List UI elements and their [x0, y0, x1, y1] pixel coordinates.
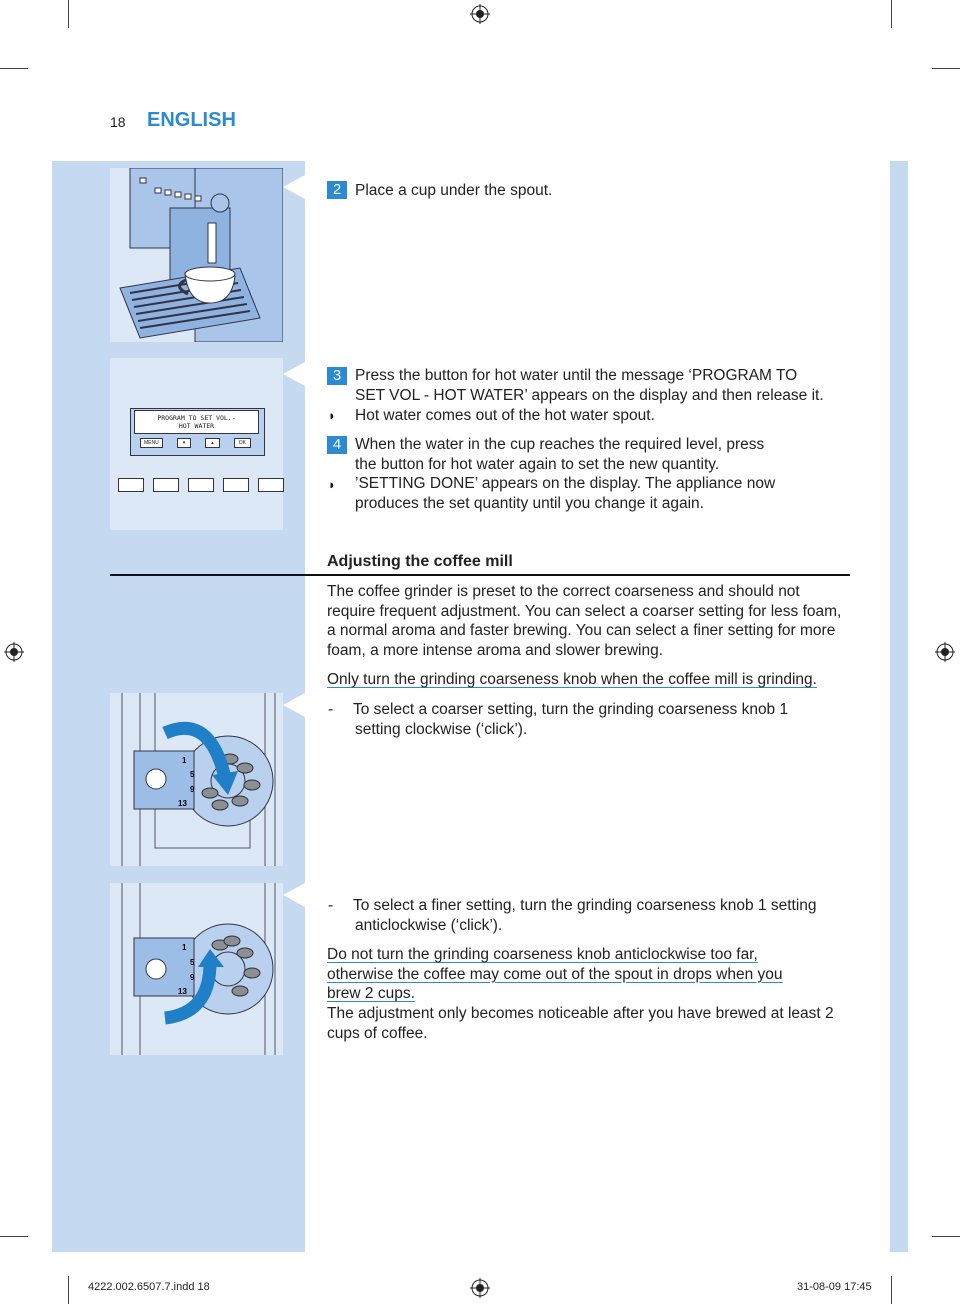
- down-button: ▾: [176, 438, 192, 448]
- display-screen: PROGRAM TO SET VOL.- HOT WATER: [134, 410, 259, 434]
- crop-mark: [891, 1276, 892, 1304]
- result-bullet-icon: ◗: [328, 477, 336, 492]
- section-rule: [110, 574, 850, 576]
- registration-mark-icon: [470, 4, 490, 24]
- step-text: Place a cup under the spout.: [355, 182, 553, 199]
- dial-label: 13: [178, 799, 187, 808]
- dash-bullet: -: [328, 897, 334, 914]
- text-line: The adjustment only becomes noticeable a…: [327, 1005, 834, 1022]
- cup-button-icon: [223, 478, 249, 492]
- dash-bullet: -: [328, 701, 334, 718]
- text-line: require frequent adjustment. You can sel…: [327, 602, 842, 620]
- aroma-button-icon: [118, 478, 144, 492]
- text-line: To select a coarser setting, turn the gr…: [353, 701, 789, 718]
- dial-label: 1: [182, 756, 187, 765]
- text-line: When the water in the cup reaches the re…: [355, 436, 765, 453]
- crop-mark: [68, 1276, 69, 1304]
- crop-mark: [932, 68, 960, 69]
- step-result: ’SETTING DONE’ appears on the display. T…: [355, 474, 775, 513]
- registration-mark-icon: [470, 1278, 490, 1298]
- text-line: setting clockwise (‘click’).: [355, 720, 528, 738]
- result-bullet-icon: ◗: [328, 408, 336, 423]
- section-intro: The coffee grinder is preset to the corr…: [327, 582, 841, 660]
- section-title: Adjusting the coffee mill: [327, 553, 513, 570]
- crop-mark: [0, 68, 28, 69]
- text-line: the button for hot water again to set th…: [355, 455, 720, 473]
- page-number: 18: [110, 114, 126, 130]
- display-illustration: PROGRAM TO SET VOL.- HOT WATER MENU ▾ ▴ …: [110, 358, 284, 530]
- text-line: foam, a more intense aroma and slower br…: [327, 641, 663, 659]
- registration-mark-icon: [4, 642, 24, 662]
- warning-text: Only turn the grinding coarseness knob w…: [327, 671, 817, 688]
- dial-label: 13: [178, 987, 187, 996]
- crop-mark: [932, 1236, 960, 1237]
- grinder-clockwise-illustration: 1 5 9 13: [110, 693, 283, 866]
- text-line: To select a finer setting, turn the grin…: [353, 897, 817, 914]
- cup-button-icon: [188, 478, 214, 492]
- step-text: When the water in the cup reaches the re…: [355, 435, 764, 474]
- screen-line: HOT WATER: [178, 422, 215, 430]
- step-number: 3: [327, 367, 347, 385]
- text-line: a normal aroma and faster brewing. You c…: [327, 622, 836, 640]
- footer-date: 31-08-09 17:45: [797, 1281, 872, 1293]
- up-button: ▴: [205, 438, 220, 448]
- footer-file: 4222.002.6507.7.indd 18: [88, 1281, 210, 1293]
- dial-label: 1: [182, 943, 187, 952]
- step-result: Hot water comes out of the hot water spo…: [355, 407, 655, 424]
- hot-water-button-icon: [258, 478, 284, 492]
- dial-label: 9: [190, 785, 195, 794]
- crop-mark: [0, 1236, 28, 1237]
- dial-label: 9: [190, 973, 195, 982]
- step-number: 2: [327, 181, 347, 199]
- finer-instruction: To select a finer setting, turn the grin…: [353, 896, 817, 935]
- text-line: ’SETTING DONE’ appears on the display. T…: [355, 475, 776, 492]
- caution-text: Do not turn the grinding coarseness knob…: [327, 945, 783, 1004]
- text-line: The coffee grinder is preset to the corr…: [327, 583, 800, 600]
- coarser-instruction: To select a coarser setting, turn the gr…: [353, 700, 788, 739]
- registration-mark-icon: [935, 642, 955, 662]
- dial-label: 5: [190, 770, 195, 779]
- screen-line: PROGRAM TO SET VOL.-: [157, 414, 236, 422]
- text-line: produces the set quantity until you chan…: [355, 494, 704, 512]
- grinder-anticlockwise-illustration: 1 5 9 13: [110, 883, 283, 1055]
- ok-button: OK: [233, 438, 251, 448]
- text-line: SET VOL - HOT WATER’ appears on the disp…: [355, 386, 824, 404]
- text-line: cups of coffee.: [327, 1024, 428, 1042]
- crop-mark: [891, 0, 892, 28]
- text-line: anticlockwise (‘click’).: [355, 916, 503, 934]
- side-strip: [890, 161, 908, 1252]
- panel-pointer: [283, 883, 305, 907]
- panel-pointer: [283, 362, 305, 386]
- panel-pointer: [283, 693, 305, 717]
- machine-cup-illustration: [110, 167, 284, 343]
- text-line: Do not turn the grinding coarseness knob…: [327, 946, 758, 963]
- text-line: brew 2 cups.: [327, 985, 415, 1003]
- crop-mark: [68, 0, 69, 28]
- dial-label: 5: [190, 958, 195, 967]
- step-number: 4: [327, 436, 347, 454]
- note-text: The adjustment only becomes noticeable a…: [327, 1004, 834, 1043]
- language-heading: ENGLISH: [147, 109, 236, 131]
- panel-pointer: [283, 175, 305, 199]
- cup-button-icon: [153, 478, 179, 492]
- beverage-buttons: [118, 478, 284, 492]
- text-line: Press the button for hot water until the…: [355, 367, 798, 384]
- step-text: Press the button for hot water until the…: [355, 366, 824, 405]
- menu-button: MENU: [140, 438, 163, 448]
- text-line: otherwise the coffee may come out of the…: [327, 965, 783, 983]
